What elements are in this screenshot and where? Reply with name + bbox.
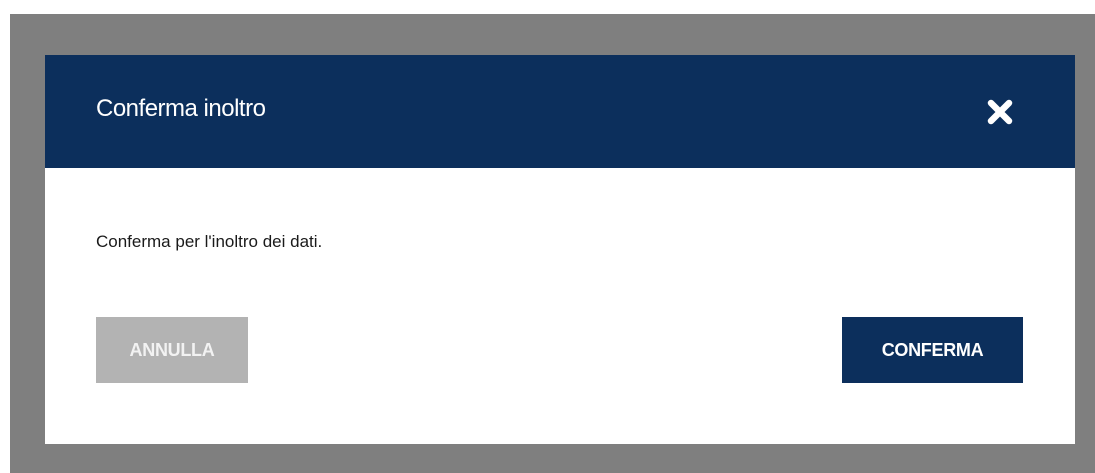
dialog-message: Conferma per l'inoltro dei dati. [96, 232, 323, 251]
cancel-button[interactable]: ANNULLA [96, 317, 248, 383]
close-icon [987, 99, 1013, 125]
dialog-title: Conferma inoltro [96, 95, 266, 122]
dialog-header: Conferma inoltro [45, 55, 1075, 168]
close-button[interactable] [983, 95, 1017, 129]
confirm-button[interactable]: CONFERMA [842, 317, 1023, 383]
confirm-dialog: Conferma inoltro Conferma per l'inoltro … [45, 55, 1075, 444]
